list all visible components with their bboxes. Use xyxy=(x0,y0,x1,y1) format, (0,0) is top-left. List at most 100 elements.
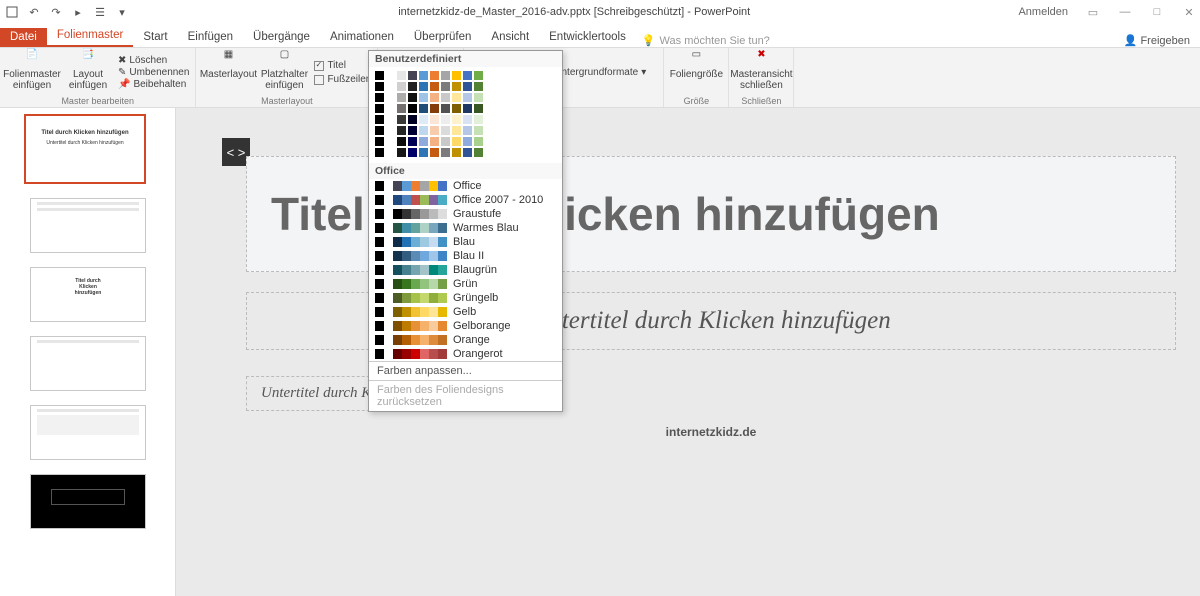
insert-placeholder-button[interactable]: ▢Platzhalter einfügen xyxy=(258,50,310,95)
signin-link[interactable]: Anmelden xyxy=(1018,6,1068,18)
redo-icon[interactable]: ↷ xyxy=(48,4,64,20)
layout-thumbnail[interactable] xyxy=(30,405,146,460)
delete-label: Löschen xyxy=(129,55,167,66)
scheme-label: Blaugrün xyxy=(453,264,497,276)
tab-view[interactable]: Ansicht xyxy=(481,28,539,47)
preserve-icon: 📌 xyxy=(118,79,130,90)
preserve-label: Beibehalten xyxy=(133,79,186,90)
color-scheme-item[interactable]: Orangerot xyxy=(369,347,562,361)
delete-button[interactable]: ✖Löschen xyxy=(118,55,189,66)
undo-icon[interactable]: ↶ xyxy=(26,4,42,20)
scheme-list: Office Office 2007 - 2010 Graustufe Warmes … xyxy=(369,179,562,361)
group-close-label: Schließen xyxy=(735,96,787,106)
layout-thumbnail[interactable] xyxy=(30,198,146,253)
scheme-label: Orange xyxy=(453,334,490,346)
color-scheme-item[interactable]: Graustufe xyxy=(369,207,562,221)
tab-developer[interactable]: Entwicklertools xyxy=(539,28,636,47)
office-section-label: Office xyxy=(369,163,562,179)
preserve-button[interactable]: 📌Beibehalten xyxy=(118,79,189,90)
customize-colors-item[interactable]: Farben anpassen... xyxy=(369,361,562,380)
title-check-label: Titel xyxy=(327,60,346,71)
start-from-beginning-icon[interactable]: ▸ xyxy=(70,4,86,20)
tab-insert[interactable]: Einfügen xyxy=(178,28,243,47)
tell-me-search[interactable]: 💡 Was möchten Sie tun? xyxy=(642,34,770,47)
thumb-sub: Untertitel durch Klicken hinzufügen xyxy=(26,140,144,146)
footers-checkbox[interactable]: Fußzeilen xyxy=(314,74,371,85)
ribbon: 📄Folienmaster einfügen 📑Layout einfügen … xyxy=(0,48,1200,108)
title-checkbox[interactable]: Titel xyxy=(314,60,371,71)
custom-section-label: Benutzerdefiniert xyxy=(369,51,562,67)
chevron-down-icon: ▾ xyxy=(641,67,646,78)
scheme-label: Grüngelb xyxy=(453,292,498,304)
tab-transitions[interactable]: Übergänge xyxy=(243,28,320,47)
rename-icon: ✎ xyxy=(118,67,126,78)
scheme-label: Office xyxy=(453,180,482,192)
master-thumbnail[interactable]: Titel durch Klicken hinzufügen Untertite… xyxy=(24,114,146,184)
title-bar: ↶ ↷ ▸ ☰ ▾ internetzkidz-de_Master_2016-a… xyxy=(0,0,1200,24)
color-scheme-item[interactable]: Office 2007 - 2010 xyxy=(369,193,562,207)
color-scheme-item[interactable]: Gelb xyxy=(369,305,562,319)
save-icon[interactable] xyxy=(4,4,20,20)
group-masterlayout-label: Masterlayout xyxy=(202,96,371,106)
tab-animations[interactable]: Animationen xyxy=(320,28,404,47)
color-scheme-item[interactable]: Blaugrün xyxy=(369,263,562,277)
checkbox-icon xyxy=(314,75,324,85)
scheme-label: Graustufe xyxy=(453,208,501,220)
tell-me-placeholder: Was möchten Sie tun? xyxy=(660,35,770,47)
checkbox-icon xyxy=(314,61,324,71)
thumb-title: Titel durch Klicken hinzufügen xyxy=(26,130,144,136)
tab-review[interactable]: Überprüfen xyxy=(404,28,482,47)
masterlayout-button[interactable]: ▦Masterlayout xyxy=(202,50,254,95)
touch-mode-icon[interactable]: ☰ xyxy=(92,4,108,20)
color-scheme-item[interactable]: Blau xyxy=(369,235,562,249)
color-scheme-item[interactable]: Grün xyxy=(369,277,562,291)
rename-label: Umbenennen xyxy=(129,67,189,78)
delete-icon: ✖ xyxy=(118,55,126,66)
close-master-label: Masteransicht schließen xyxy=(730,70,792,91)
workspace: Titel durch Klicken hinzufügen Untertite… xyxy=(0,108,1200,596)
color-scheme-item[interactable]: Blau II xyxy=(369,249,562,263)
slide-canvas[interactable]: < > Titel durch Klicken hinzufügen Unter… xyxy=(176,108,1200,596)
color-scheme-item[interactable]: Grüngelb xyxy=(369,291,562,305)
maximize-icon[interactable]: □ xyxy=(1150,5,1164,19)
color-scheme-item[interactable]: Orange xyxy=(369,333,562,347)
insert-layout-button[interactable]: 📑Layout einfügen xyxy=(62,50,114,95)
share-icon: 👤 xyxy=(1124,35,1138,47)
scheme-label: Office 2007 - 2010 xyxy=(453,194,543,206)
scheme-label: Warmes Blau xyxy=(453,222,519,234)
footer-text: internetzkidz.de xyxy=(246,425,1176,439)
layout-thumbnail[interactable] xyxy=(30,336,146,391)
share-label: Freigeben xyxy=(1140,35,1190,47)
slide-thumbnails-panel[interactable]: Titel durch Klicken hinzufügen Untertite… xyxy=(0,108,176,596)
color-scheme-item[interactable]: Gelborange xyxy=(369,319,562,333)
color-scheme-item[interactable]: Office xyxy=(369,179,562,193)
insert-slidemaster-label: Folienmaster einfügen xyxy=(3,70,61,91)
slide-size-button[interactable]: ▭Foliengröße xyxy=(670,50,722,95)
reset-colors-item: Farben des Foliendesigns zurücksetzen xyxy=(369,380,562,411)
background-label: Hintergrundformate xyxy=(552,67,638,78)
insert-layout-label: Layout einfügen xyxy=(62,70,114,91)
layout-thumbnail[interactable]: Titel durchKlickenhinzufügen xyxy=(30,267,146,322)
masterlayout-label: Masterlayout xyxy=(200,70,257,81)
tab-slidemaster[interactable]: Folienmaster xyxy=(47,26,133,47)
quick-access-toolbar: ↶ ↷ ▸ ☰ ▾ xyxy=(4,4,130,20)
group-size-label: Größe xyxy=(670,96,722,106)
tab-start[interactable]: Start xyxy=(133,28,177,47)
ribbon-tabs: Datei Folienmaster Start Einfügen Übergä… xyxy=(0,24,1200,48)
color-scheme-item[interactable]: Warmes Blau xyxy=(369,221,562,235)
qat-more-icon[interactable]: ▾ xyxy=(114,4,130,20)
ribbon-options-icon[interactable]: ▭ xyxy=(1086,5,1100,19)
close-icon[interactable]: ✕ xyxy=(1182,5,1196,19)
scheme-label: Gelborange xyxy=(453,320,511,332)
tab-file[interactable]: Datei xyxy=(0,28,47,47)
rename-button[interactable]: ✎Umbenennen xyxy=(118,67,189,78)
close-master-button[interactable]: ✖Masteransicht schließen xyxy=(735,50,787,95)
scheme-label: Blau xyxy=(453,236,475,248)
insert-slidemaster-button[interactable]: 📄Folienmaster einfügen xyxy=(6,50,58,95)
layout-thumbnail[interactable] xyxy=(30,474,146,529)
scheme-label: Blau II xyxy=(453,250,484,262)
custom-swatches[interactable] xyxy=(369,67,562,163)
share-button[interactable]: 👤 Freigeben xyxy=(1124,34,1200,47)
minimize-icon[interactable]: — xyxy=(1118,5,1132,19)
scheme-label: Orangerot xyxy=(453,348,503,360)
